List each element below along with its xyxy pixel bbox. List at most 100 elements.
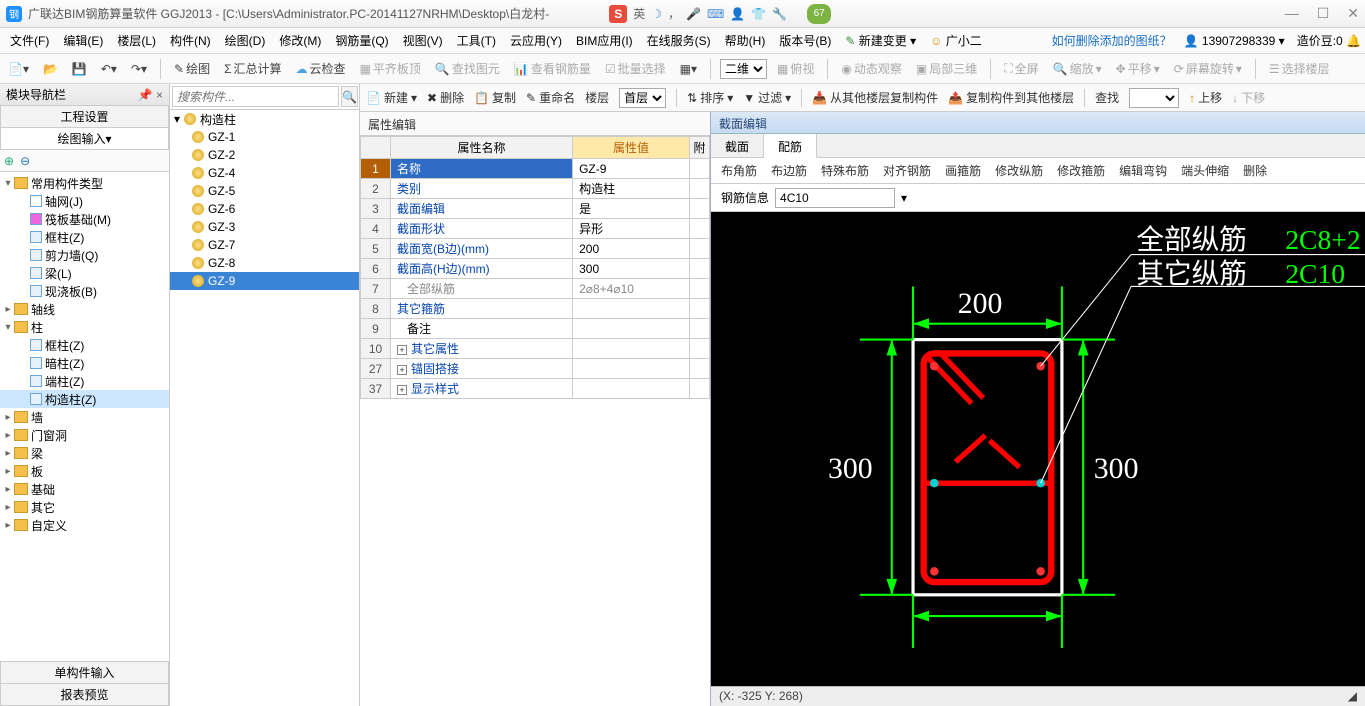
view-rebar-button[interactable]: 📊 查看钢筋量 xyxy=(510,58,595,79)
svg-text:300: 300 xyxy=(828,452,873,485)
sum-button[interactable]: Σ 汇总计算 xyxy=(220,58,285,79)
fullscreen-button[interactable]: ⛶ 全屏 xyxy=(1000,58,1042,79)
new-change-button[interactable]: ✎ 新建变更 ▾ xyxy=(839,30,922,51)
keyboard-icon[interactable]: ⌨ xyxy=(707,7,724,21)
menu-component[interactable]: 构件(N) xyxy=(164,30,217,51)
rename-button[interactable]: ✎ 重命名 xyxy=(526,89,575,106)
action-special-bar[interactable]: 特殊布筋 xyxy=(821,162,869,179)
dynamic-view-button[interactable]: ◉ 动态观察 xyxy=(837,58,906,79)
zoom-button[interactable]: 🔍 缩放 ▾ xyxy=(1049,58,1106,79)
menu-view[interactable]: 视图(V) xyxy=(397,30,449,51)
maximize-button[interactable]: ☐ xyxy=(1317,5,1330,22)
tab-draw-input[interactable]: 绘图输入 ▾ xyxy=(0,128,169,150)
wrench-icon[interactable]: 🔧 xyxy=(772,7,787,21)
coin-label[interactable]: 造价豆:0 🔔 xyxy=(1297,32,1361,49)
tree-mini-toolbar: ⊕ ⊖ xyxy=(0,150,169,172)
action-edit-hook[interactable]: 编辑弯钩 xyxy=(1119,162,1167,179)
new-component-button[interactable]: 📄 新建 ▾ xyxy=(366,89,417,106)
delete-component-button[interactable]: ✖ 删除 xyxy=(427,89,464,106)
menu-help[interactable]: 帮助(H) xyxy=(719,30,772,51)
menu-edit[interactable]: 编辑(E) xyxy=(57,30,109,51)
phone-label[interactable]: 👤 13907298339 ▾ xyxy=(1184,34,1285,48)
select-floor-button[interactable]: ☰ 选择楼层 xyxy=(1265,58,1334,79)
tab-project-settings[interactable]: 工程设置 xyxy=(0,106,169,128)
rebar-info-dropdown[interactable]: ▾ xyxy=(901,191,907,205)
section-canvas[interactable]: 200 300 300 xyxy=(711,212,1365,706)
menu-bim[interactable]: BIM应用(I) xyxy=(570,30,639,51)
draw-button[interactable]: ✎ 绘图 xyxy=(170,58,214,79)
new-file-button[interactable]: 📄▾ xyxy=(4,60,33,78)
menu-file[interactable]: 文件(F) xyxy=(4,30,55,51)
action-end-extend[interactable]: 端头伸缩 xyxy=(1181,162,1229,179)
menu-floor[interactable]: 楼层(L) xyxy=(111,30,162,51)
property-table[interactable]: 属性名称属性值附 1名称GZ-9 2类别构造柱 3截面编辑是 4截面形状异形 5… xyxy=(360,136,710,399)
action-modify-long[interactable]: 修改纵筋 xyxy=(995,162,1043,179)
minimize-button[interactable]: — xyxy=(1285,5,1299,22)
gz-list[interactable]: ▾构造柱 GZ-1 GZ-2 GZ-4 GZ-5 GZ-6 GZ-3 GZ-7 … xyxy=(170,110,359,706)
sort-button[interactable]: ⇅ 排序 ▾ xyxy=(687,89,733,106)
action-delete[interactable]: 删除 xyxy=(1243,162,1267,179)
flat-top-button[interactable]: ▦ 平齐板顶 xyxy=(356,58,425,79)
redo-button[interactable]: ↷▾ xyxy=(127,60,151,78)
cloud-check-button[interactable]: ☁ 云检查 xyxy=(292,58,350,79)
ime-lang[interactable]: 英 xyxy=(633,5,645,22)
action-edge-bar[interactable]: 布边筋 xyxy=(771,162,807,179)
person-icon[interactable]: 👤 xyxy=(730,7,745,21)
action-align-bar[interactable]: 对齐钢筋 xyxy=(883,162,931,179)
menu-version[interactable]: 版本号(B) xyxy=(773,30,837,51)
copy-to-floor-button[interactable]: 📤 复制构件到其他楼层 xyxy=(948,89,1074,106)
find-select[interactable] xyxy=(1129,88,1179,108)
tab-report-preview[interactable]: 报表预览 xyxy=(0,684,169,706)
copy-component-button[interactable]: 📋 复制 xyxy=(474,89,516,106)
tree-node-selected: 构造柱(Z) xyxy=(0,390,169,408)
tip-link[interactable]: 如何删除添加的图纸？ xyxy=(1052,32,1172,49)
copy-from-floor-button[interactable]: 📥 从其他楼层复制构件 xyxy=(812,89,938,106)
collapse-all-icon[interactable]: ⊖ xyxy=(20,154,30,168)
mic-icon[interactable]: 🎤 xyxy=(686,7,701,21)
ime-badge[interactable]: S xyxy=(609,5,627,23)
menu-cloud[interactable]: 云应用(Y) xyxy=(504,30,568,51)
tab-single-input[interactable]: 单构件输入 xyxy=(0,662,169,684)
svg-text:全部纵筋: 全部纵筋 xyxy=(1136,224,1247,255)
action-modify-stirrup[interactable]: 修改箍筋 xyxy=(1057,162,1105,179)
move-up-button[interactable]: ↑ 上移 xyxy=(1189,89,1222,106)
component-tree[interactable]: ▾常用构件类型 轴网(J) 筏板基础(M) 框柱(Z) 剪力墙(Q) 梁(L) … xyxy=(0,172,169,661)
floor-select[interactable]: 首层 xyxy=(619,88,666,108)
user-button[interactable]: ☺ 广小二 xyxy=(924,30,988,51)
save-button[interactable]: 💾 xyxy=(68,60,91,78)
menu-modify[interactable]: 修改(M) xyxy=(273,30,327,51)
pan-button[interactable]: ✥ 平移 ▾ xyxy=(1112,58,1164,79)
ime-toolbar[interactable]: S 英 ☽ ， 🎤 ⌨ 👤 👕 🔧 xyxy=(609,5,787,23)
menu-online[interactable]: 在线服务(S) xyxy=(641,30,717,51)
pin-icon[interactable]: 📌 × xyxy=(138,88,163,102)
local-3d-button[interactable]: ▣ 局部三维 xyxy=(912,58,981,79)
resize-grip-icon[interactable]: ◢ xyxy=(1348,689,1357,704)
close-button[interactable]: ✕ xyxy=(1347,5,1359,22)
search-button[interactable]: 🔍 xyxy=(341,86,358,107)
tab-rebar[interactable]: 配筋 xyxy=(764,134,817,158)
action-corner-bar[interactable]: 布角筋 xyxy=(721,162,757,179)
move-down-button[interactable]: ↓ 下移 xyxy=(1232,89,1265,106)
action-draw-stirrup[interactable]: 画箍筋 xyxy=(945,162,981,179)
tool-extra-button[interactable]: ▦▾ xyxy=(676,60,701,78)
search-input[interactable] xyxy=(172,86,339,107)
menu-draw[interactable]: 绘图(D) xyxy=(219,30,272,51)
undo-button[interactable]: ↶▾ xyxy=(97,60,121,78)
notification-bubble[interactable]: 67 xyxy=(807,4,831,24)
open-button[interactable]: 📂 xyxy=(39,60,62,78)
expand-all-icon[interactable]: ⊕ xyxy=(4,154,14,168)
svg-text:300: 300 xyxy=(1094,452,1139,485)
batch-select-button[interactable]: ☑ 批量选择 xyxy=(601,58,670,79)
rotate-button[interactable]: ⟳ 屏幕旋转 ▾ xyxy=(1170,58,1246,79)
comma-icon[interactable]: ， xyxy=(668,5,680,22)
tab-section[interactable]: 截面 xyxy=(711,134,764,157)
shirt-icon[interactable]: 👕 xyxy=(751,7,766,21)
view-mode-select[interactable]: 二维 xyxy=(720,59,767,79)
filter-button[interactable]: ▼ 过滤 ▾ xyxy=(743,89,791,106)
find-element-button[interactable]: 🔍 查找图元 xyxy=(431,58,504,79)
moon-icon[interactable]: ☽ xyxy=(651,7,662,21)
menu-rebar[interactable]: 钢筋量(Q) xyxy=(329,30,394,51)
rebar-info-input[interactable] xyxy=(775,188,895,208)
top-view-button[interactable]: ▦ 俯视 xyxy=(773,58,818,79)
menu-tools[interactable]: 工具(T) xyxy=(451,30,502,51)
